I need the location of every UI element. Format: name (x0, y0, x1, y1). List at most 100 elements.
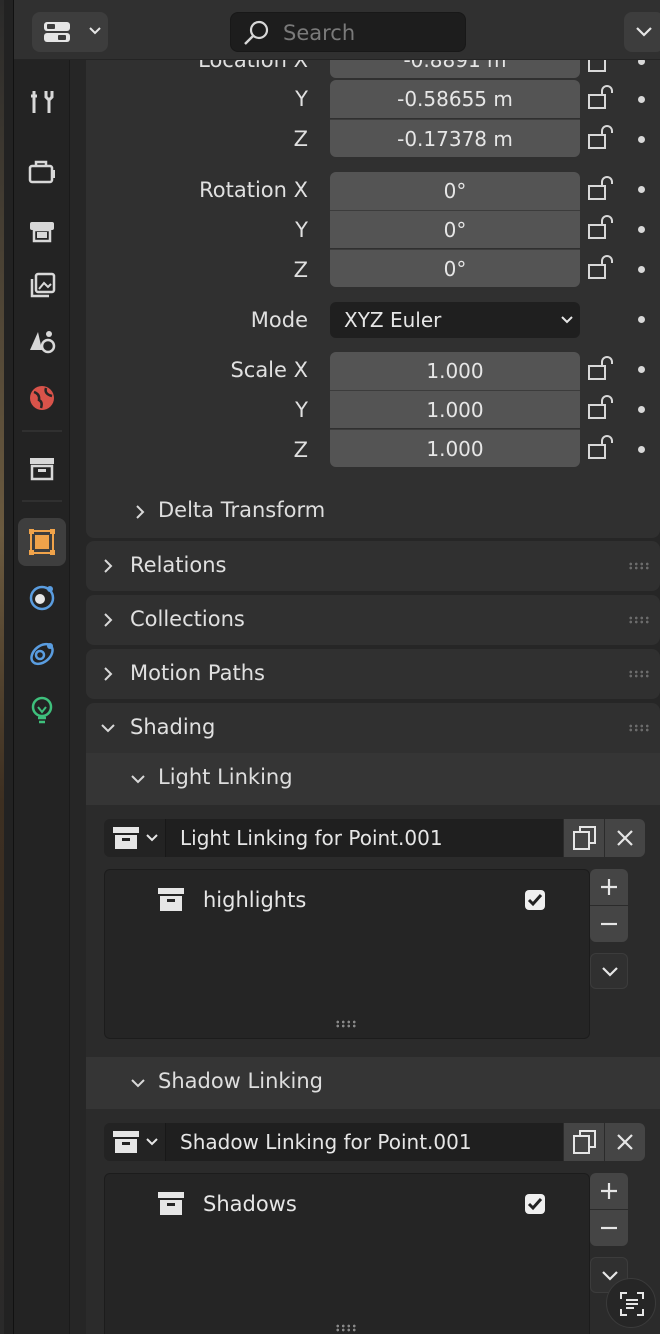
options-dropdown-button[interactable] (624, 12, 660, 52)
physics-icon (29, 585, 55, 611)
properties-tabs (14, 60, 70, 1334)
rotation-mode-value: XYZ Euler (344, 308, 442, 332)
keyframe-rotation-z-dot[interactable] (638, 266, 645, 273)
delta-transform-subpanel[interactable]: Delta Transform (86, 490, 660, 534)
shadow-linking-header[interactable]: Shadow Linking (86, 1057, 660, 1109)
collection-type-dropdown[interactable] (104, 819, 166, 857)
list-item[interactable]: Shadows (105, 1180, 589, 1228)
collection-tab[interactable] (18, 444, 66, 492)
view-layer-tab[interactable] (18, 262, 66, 310)
keyframe-scale-z-dot[interactable] (638, 446, 645, 453)
world-tab[interactable] (18, 374, 66, 422)
list-item[interactable]: highlights (105, 876, 589, 924)
lock-scale-x-icon[interactable] (586, 356, 616, 382)
scale-x-field[interactable]: 1.000 (330, 352, 580, 390)
copy-icon (573, 826, 596, 850)
keyframe-scale-y-dot[interactable] (638, 406, 645, 413)
unlink-collection-button[interactable] (605, 819, 645, 857)
rotation-mode-dropdown[interactable]: XYZ Euler (330, 302, 580, 338)
tool-tab[interactable] (18, 78, 66, 126)
remove-item-button[interactable] (590, 906, 628, 942)
lock-rotation-y-icon[interactable] (586, 215, 616, 241)
lock-scale-y-icon[interactable] (586, 395, 616, 421)
rotation-x-field[interactable]: 0° (330, 172, 580, 210)
lock-rotation-z-icon[interactable] (586, 255, 616, 281)
minus-icon (601, 1226, 617, 1230)
location-y-label: Y (295, 87, 308, 111)
keyframe-rotation-x-dot[interactable] (638, 186, 645, 193)
output-tab[interactable] (18, 206, 66, 254)
text-scan-icon (620, 1292, 644, 1316)
list-resize-handle[interactable] (335, 1020, 357, 1028)
rotation-y-label: Y (295, 218, 308, 242)
properties-editor-icon (44, 22, 70, 42)
keyframe-location-x-dot[interactable] (638, 60, 645, 65)
drag-handle[interactable] (628, 724, 650, 732)
light-linking-collection-name[interactable]: Light Linking for Point.001 (166, 819, 563, 857)
lock-location-z-icon[interactable] (586, 125, 616, 151)
render-icon (28, 160, 55, 184)
lock-scale-z-icon[interactable] (586, 435, 616, 461)
scale-y-field[interactable]: 1.000 (330, 390, 580, 428)
rotation-z-field[interactable]: 0° (330, 249, 580, 287)
close-icon (617, 830, 633, 846)
chevron-down-icon (561, 316, 573, 324)
drag-handle[interactable] (628, 616, 650, 624)
collection-icon (158, 1192, 184, 1215)
rotation-y-field[interactable]: 0° (330, 210, 580, 248)
scene-tab[interactable] (18, 318, 66, 366)
relations-section[interactable]: Relations (86, 541, 660, 591)
object-icon (29, 529, 55, 555)
keyframe-rotation-y-dot[interactable] (638, 226, 645, 233)
search-input[interactable]: Search (230, 12, 466, 52)
screen-capture-button[interactable] (606, 1278, 656, 1328)
include-checkbox[interactable] (525, 1194, 545, 1214)
light-data-tab[interactable] (18, 686, 66, 734)
view-layer-icon (30, 272, 56, 298)
drag-handle[interactable] (628, 670, 650, 678)
light-linking-list[interactable]: highlights (104, 869, 590, 1039)
plus-icon (601, 1183, 617, 1199)
location-z-field[interactable]: -0.17378 m (330, 119, 580, 157)
location-y-field[interactable]: -0.58655 m (330, 80, 580, 118)
include-checkbox[interactable] (525, 890, 545, 910)
add-item-button[interactable] (590, 869, 628, 905)
constraints-tab[interactable] (18, 630, 66, 678)
rotation-z-label: Z (293, 258, 308, 282)
light-linking-header[interactable]: Light Linking (86, 753, 660, 805)
remove-item-button[interactable] (590, 1210, 628, 1246)
lock-location-y-icon[interactable] (586, 85, 616, 111)
properties-header: Search (14, 0, 660, 60)
duplicate-collection-button[interactable] (564, 819, 604, 857)
collection-icon (30, 458, 54, 481)
keyframe-mode-dot[interactable] (638, 316, 645, 323)
list-resize-handle[interactable] (335, 1324, 357, 1332)
location-x-field[interactable]: -0.8891 m (330, 60, 580, 78)
lock-location-x-icon[interactable] (586, 60, 616, 74)
object-properties-panel[interactable]: Location X -0.8891 m Y -0.58655 m Z -0.1… (70, 60, 660, 1334)
shadow-linking-list[interactable]: Shadows (104, 1173, 590, 1334)
tab-separator (22, 430, 62, 432)
unlink-collection-button[interactable] (605, 1123, 645, 1161)
object-tab[interactable] (18, 518, 66, 566)
render-tab[interactable] (18, 148, 66, 196)
lock-rotation-x-icon[interactable] (586, 176, 616, 202)
list-item-label: highlights (203, 888, 307, 912)
motion-paths-section[interactable]: Motion Paths (86, 649, 660, 699)
shading-header[interactable]: Shading (86, 703, 660, 753)
drag-handle[interactable] (628, 562, 650, 570)
tool-icon (31, 91, 54, 113)
keyframe-location-z-dot[interactable] (638, 136, 645, 143)
collections-section[interactable]: Collections (86, 595, 660, 645)
add-item-button[interactable] (590, 1173, 628, 1209)
keyframe-scale-x-dot[interactable] (638, 366, 645, 373)
keyframe-location-y-dot[interactable] (638, 96, 645, 103)
collection-type-dropdown[interactable] (104, 1123, 166, 1161)
adjacent-window-edge (0, 0, 14, 1334)
editor-type-button[interactable] (32, 12, 108, 52)
scale-z-field[interactable]: 1.000 (330, 429, 580, 467)
list-menu-button[interactable] (590, 953, 628, 989)
shadow-linking-collection-name[interactable]: Shadow Linking for Point.001 (166, 1123, 563, 1161)
physics-tab[interactable] (18, 574, 66, 622)
duplicate-collection-button[interactable] (564, 1123, 604, 1161)
